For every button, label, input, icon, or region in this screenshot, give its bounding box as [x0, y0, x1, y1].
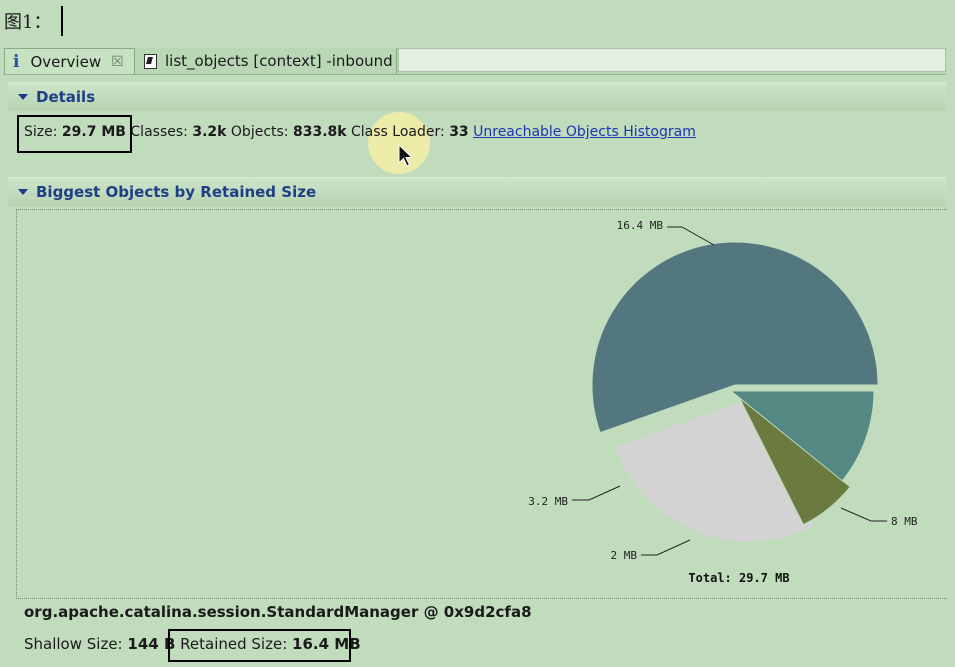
mouse-pointer-icon [398, 144, 414, 167]
figure-caption: 图1： [4, 12, 52, 33]
slice-label: 3.2 MB [528, 495, 568, 508]
slice-leader-line [667, 226, 715, 246]
slice-leader-line [840, 507, 887, 522]
tab-list-objects-label: list_objects [context] -inbound [165, 52, 393, 70]
classes-value: 3.2k [192, 124, 227, 140]
unreachable-objects-link[interactable]: Unreachable Objects Histogram [473, 124, 696, 140]
classes-label: Classes: [130, 124, 188, 140]
size-highlight-box [17, 115, 132, 153]
retained-size-pie-chart[interactable]: 16.4 MB 8 MB 2 MB 3.2 MB Total: 29.7 MB [17, 210, 947, 598]
slice-label: 8 MB [891, 515, 918, 528]
tab-overview[interactable]: i Overview ☒ [4, 48, 135, 74]
slice-leader-line [641, 539, 691, 556]
pie-chart-area: 16.4 MB 8 MB 2 MB 3.2 MB Total: 29.7 MB [16, 209, 947, 599]
tab-overview-label: Overview [30, 52, 102, 71]
class-loader-value: 33 [449, 124, 469, 140]
selected-object-name: org.apache.catalina.session.StandardMana… [24, 603, 532, 621]
collapse-triangle-icon[interactable] [18, 189, 28, 195]
biggest-objects-title: Biggest Objects by Retained Size [36, 183, 317, 201]
info-icon: i [13, 51, 20, 72]
slice-label: 2 MB [611, 549, 638, 562]
class-loader-label: Class Loader: [351, 124, 445, 140]
document-icon [144, 53, 157, 69]
objects-label: Objects: [230, 124, 289, 140]
details-title: Details [36, 88, 96, 106]
biggest-objects-section-header[interactable]: Biggest Objects by Retained Size [8, 177, 946, 206]
close-icon[interactable]: ☒ [111, 54, 124, 70]
details-section-header[interactable]: Details [8, 82, 946, 111]
tab-bar-empty-space [398, 48, 946, 72]
slice-label: 16.4 MB [617, 219, 664, 232]
pie-total-label: Total: 29.7 MB [688, 571, 789, 585]
collapse-triangle-icon[interactable] [18, 94, 28, 100]
slice-leader-line [572, 485, 621, 501]
retained-size-highlight-box [168, 629, 351, 662]
objects-value: 833.8k [292, 124, 347, 140]
text-caret [61, 6, 63, 36]
shallow-size-label: Shallow Size: [24, 635, 123, 653]
tab-list-objects[interactable]: list_objects [context] -inbound [138, 48, 397, 74]
editor-tab-bar: i Overview ☒ list_objects [context] -inb… [4, 48, 946, 75]
